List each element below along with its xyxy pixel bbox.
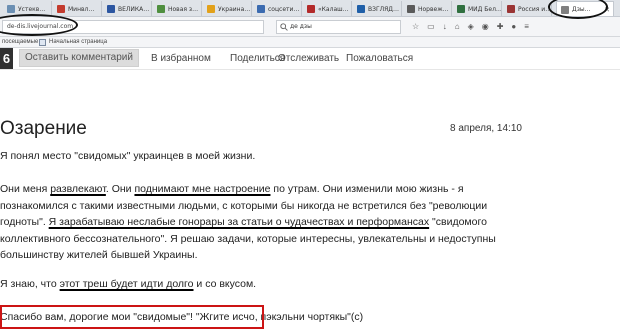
page-icon <box>39 39 46 46</box>
tab-label: ВЕЛИКА… <box>118 5 150 13</box>
comment-count-badge: 6 <box>0 48 13 69</box>
tab-label: «Калаш… <box>318 5 349 13</box>
search-icon <box>280 23 288 31</box>
leave-comment-button[interactable]: Оставить комментарий <box>19 49 139 67</box>
paragraph-2-line-2: познакомился с такими известными людьми,… <box>0 199 488 212</box>
tab-favicon-icon <box>407 5 415 13</box>
paragraph-2-line-5: большинству жителей бывшей Украины. <box>0 249 198 261</box>
tab-label: Украина… <box>218 5 251 13</box>
tab-favicon-icon <box>207 5 215 13</box>
bookmarks-bar: посещаемые Начальная страница <box>0 37 620 48</box>
clipboard-icon[interactable]: ▭ <box>427 21 435 33</box>
underlined-phrase: Я зарабатываю неслабые гонорары за стать… <box>48 216 430 228</box>
tab-favicon-icon <box>257 5 265 13</box>
favorites-link[interactable]: В избранном <box>151 53 211 64</box>
browser-tab[interactable]: МИД Бел… <box>453 1 502 16</box>
tab-label: МИД Бел… <box>468 5 502 13</box>
browser-tab[interactable]: Украина… <box>203 1 252 16</box>
paragraph-2-line-3: годноты". Я зарабатываю неслабые гонорар… <box>0 216 487 228</box>
tab-label: Россия и… <box>518 5 552 13</box>
tab-label: Норвеж… <box>418 5 449 13</box>
tab-favicon-icon <box>457 5 465 13</box>
search-box[interactable]: де дзы <box>276 20 401 34</box>
browser-tab[interactable]: ВЗГЛЯД… <box>353 1 402 16</box>
star-icon[interactable]: ☆ <box>412 21 419 33</box>
tab-favicon-icon <box>157 5 165 13</box>
underlined-phrase: поднимают мне настроение <box>134 183 271 195</box>
paragraph-2: Они меня развлекают. Они поднимают мне н… <box>0 181 496 264</box>
tab-label: Устекв… <box>18 5 46 13</box>
bookmark-start-page[interactable]: Начальная страница <box>49 39 107 45</box>
tab-label: соцсети… <box>268 5 300 13</box>
shield-icon[interactable]: ◈ <box>468 21 474 33</box>
puzzle-icon[interactable]: ✚ <box>497 21 504 33</box>
menu-icon[interactable]: ≡ <box>524 21 529 33</box>
browser-tab-strip: Устекв… Минвл… ВЕЛИКА… Новая з… Украина… соцс… <box>0 0 620 17</box>
tab-favicon-icon <box>507 5 515 13</box>
underlined-phrase: развлекают <box>50 183 106 195</box>
tab-label: Минвл… <box>68 5 95 13</box>
tab-favicon-icon <box>57 5 65 13</box>
complain-link[interactable]: Пожаловаться <box>346 53 413 64</box>
browser-tab[interactable]: ВЕЛИКА… <box>103 1 152 16</box>
download-icon[interactable]: ↓ <box>443 21 447 33</box>
post-date: 8 апреля, 14:10 <box>450 123 522 134</box>
home-icon[interactable]: ⌂ <box>455 21 460 33</box>
search-input[interactable]: де дзы <box>290 23 312 30</box>
tab-favicon-icon <box>357 5 365 13</box>
tab-favicon-icon <box>107 5 115 13</box>
share-link[interactable]: Поделиться <box>230 53 285 64</box>
browser-tab[interactable]: Новая з… <box>153 1 202 16</box>
browser-tab[interactable]: Россия и… <box>503 1 552 16</box>
paragraph-3: Я знаю, что этот треш будет идти долго и… <box>0 278 257 290</box>
paragraph-2-line-4: коллективного бессознательного". Я решаю… <box>0 232 496 245</box>
chat-icon[interactable]: ◉ <box>482 21 489 33</box>
browser-tab[interactable]: Норвеж… <box>403 1 452 16</box>
underlined-phrase: этот треш будет идти долго <box>59 278 194 290</box>
browser-tab[interactable]: «Калаш… <box>303 1 352 16</box>
tab-favicon-icon <box>307 5 315 13</box>
track-link[interactable]: Отслеживать <box>278 53 339 64</box>
post-toolbar: 6 Оставить комментарий В избранном Подел… <box>0 48 620 70</box>
globe-icon[interactable]: ● <box>511 21 516 33</box>
browser-nav-bar: de-dis.livejournal.com де дзы ☆ ▭ ↓ ⌂ ◈ … <box>0 17 620 37</box>
tab-favicon-icon <box>7 5 15 13</box>
browser-tab[interactable]: соцсети… <box>253 1 302 16</box>
bookmark-often-visited[interactable]: посещаемые <box>2 39 38 45</box>
paragraph-2-line-1: Они меня развлекают. Они поднимают мне н… <box>0 183 464 195</box>
post-title: Озарение <box>0 118 87 139</box>
paragraph-1: Я понял место "свидомых" украинцев в мое… <box>0 150 256 162</box>
tab-label: ВЗГЛЯД… <box>368 5 399 13</box>
browser-tab[interactable]: Минвл… <box>53 1 102 16</box>
red-highlight-box <box>0 305 264 329</box>
tab-label: Новая з… <box>168 5 199 13</box>
